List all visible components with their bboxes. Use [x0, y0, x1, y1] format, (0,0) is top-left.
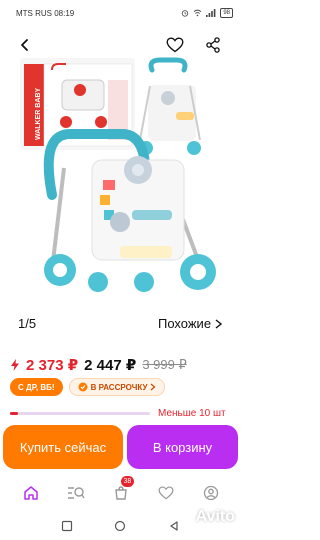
- lightning-icon: [11, 359, 19, 371]
- add-to-cart-button[interactable]: В корзину: [127, 425, 238, 469]
- stock-progress-fill: [10, 411, 19, 415]
- status-carrier-time: MTS RUS 08:19: [16, 8, 75, 18]
- stock-progress-bar: [10, 411, 150, 415]
- current-price: 2 447 ₽: [84, 357, 137, 374]
- old-price: 3 999 ₽: [142, 357, 187, 372]
- installment-badge[interactable]: В РАССРОЧКУ: [68, 378, 166, 396]
- installment-label: В РАССРОЧКУ: [90, 382, 148, 392]
- installment-icon: [78, 382, 88, 392]
- alarm-icon: [182, 10, 189, 17]
- heart-icon: [158, 486, 173, 500]
- bottom-navigation: 38: [0, 476, 241, 508]
- cart-count-badge: 38: [120, 476, 135, 487]
- profile-icon: [203, 485, 218, 501]
- status-bar: MTS RUS 08:19 98: [0, 0, 241, 26]
- watermark: Avito: [195, 508, 235, 525]
- home-icon: [23, 486, 38, 500]
- home-circle-icon[interactable]: [114, 520, 126, 532]
- product-image-gallery[interactable]: WALKER BABY: [0, 50, 241, 308]
- nav-catalog[interactable]: [64, 481, 88, 505]
- recent-apps-icon[interactable]: [61, 520, 73, 532]
- chevron-right-icon: [215, 318, 223, 329]
- battery-icon: 98: [220, 8, 233, 18]
- sale-price: 2 373 ₽: [26, 357, 79, 374]
- signal-icon: [206, 9, 216, 17]
- stock-text: Меньше 10 шт: [158, 407, 226, 419]
- nav-favorites[interactable]: [154, 481, 178, 505]
- catalog-search-icon: [67, 487, 85, 499]
- status-icons: 98: [181, 8, 233, 18]
- buy-now-button[interactable]: Купить сейчас: [3, 425, 123, 469]
- walker-small-image: [139, 57, 201, 155]
- similar-label: Похожие: [158, 316, 212, 331]
- nav-cart[interactable]: 38: [109, 476, 135, 505]
- product-photo-baby-walker: WALKER BABY: [20, 57, 216, 292]
- nav-home[interactable]: [19, 481, 43, 505]
- similar-link[interactable]: Похожие: [158, 316, 223, 331]
- back-triangle-icon[interactable]: [168, 520, 180, 532]
- promo-badges: С ДР, ВБ! В РАССРОЧКУ: [10, 378, 166, 396]
- stock-indicator: Меньше 10 шт: [10, 405, 235, 421]
- wifi-icon: [193, 9, 202, 17]
- chevron-right-icon: [151, 383, 156, 391]
- price-row: 2 373 ₽ 2 447 ₽ 3 999 ₽: [10, 354, 187, 376]
- birthday-badge[interactable]: С ДР, ВБ!: [10, 378, 63, 396]
- nav-profile[interactable]: [199, 481, 223, 505]
- bag-icon: [114, 486, 127, 500]
- box-text: WALKER BABY: [35, 88, 42, 140]
- walker-main-image: [43, 129, 216, 292]
- image-counter: 1/5: [18, 316, 37, 331]
